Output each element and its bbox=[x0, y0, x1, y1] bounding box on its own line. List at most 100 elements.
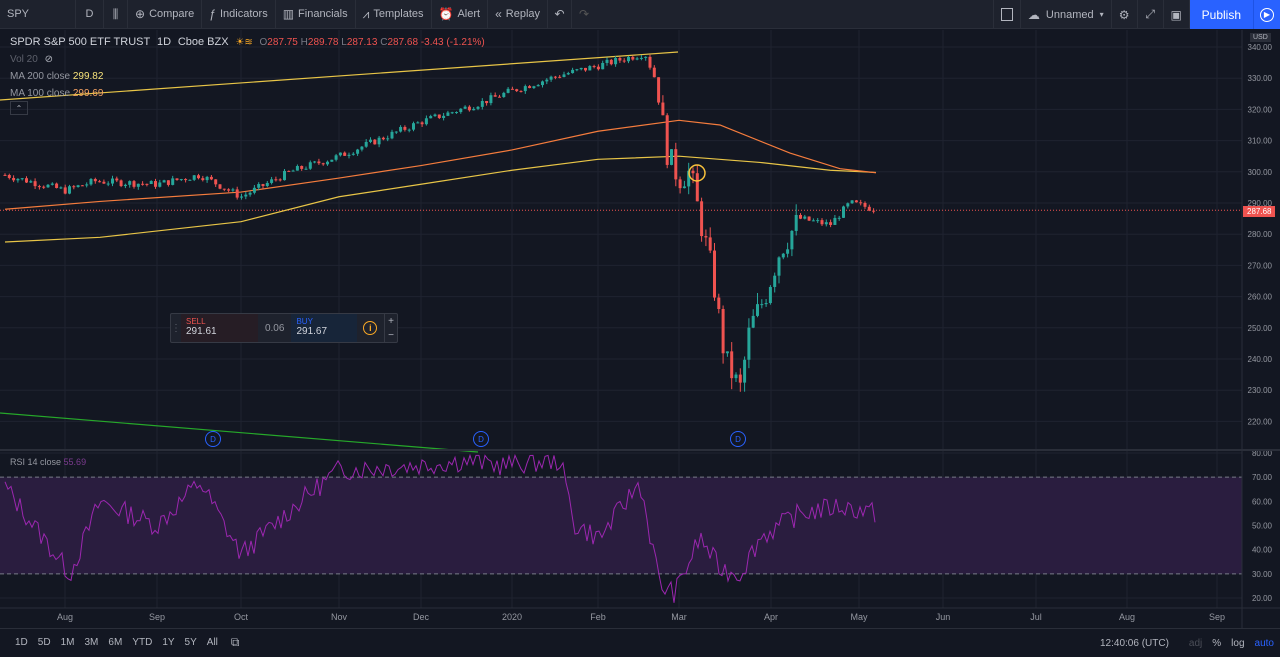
range-1y[interactable]: 1Y bbox=[157, 637, 179, 648]
candle-body bbox=[704, 236, 708, 238]
redo-button[interactable]: ↷ bbox=[572, 0, 596, 29]
candle-body bbox=[472, 108, 476, 111]
candle-body bbox=[25, 178, 28, 183]
top-toolbar: SPY D ⫼ ⊕ Compare ƒ Indicators ▥ Financials… bbox=[0, 0, 1280, 29]
sun-icon: ☀ bbox=[235, 37, 245, 48]
candle-body bbox=[734, 374, 738, 379]
fullscreen-select-button[interactable] bbox=[992, 0, 1021, 29]
candle-body bbox=[743, 359, 747, 383]
drag-handle-icon[interactable]: ⋮ bbox=[171, 314, 181, 342]
candle-body bbox=[235, 189, 239, 198]
financials-button[interactable]: ▥ Financials bbox=[276, 0, 356, 29]
toolbar-right: ☁ Unnamed ▾ ⚙ ⤢ ▣ Publish ▶ bbox=[992, 0, 1280, 29]
candle-body bbox=[248, 192, 252, 195]
collapse-legend-button[interactable]: ⌃ bbox=[10, 101, 28, 115]
alert-button[interactable]: ⏰ Alert bbox=[432, 0, 489, 29]
candle-body bbox=[304, 168, 308, 170]
price-tick-label: 270.00 bbox=[1248, 261, 1273, 270]
candle-body bbox=[489, 95, 493, 104]
symbol-search[interactable]: SPY bbox=[0, 0, 76, 29]
quantity-stepper[interactable]: + − bbox=[384, 314, 397, 342]
candle-body bbox=[63, 187, 67, 194]
range-5d[interactable]: 5D bbox=[33, 637, 56, 648]
plus-icon[interactable]: + bbox=[388, 316, 394, 327]
sell-label: SELL bbox=[186, 317, 206, 326]
info-button[interactable]: i bbox=[357, 314, 385, 342]
high-value: 289.78 bbox=[307, 37, 339, 48]
ma200-value: 299.82 bbox=[72, 71, 104, 82]
adj-toggle[interactable]: adj bbox=[1189, 638, 1202, 649]
range-1m[interactable]: 1M bbox=[56, 637, 80, 648]
bottom-right: 12:40:06 (UTC) adj % log auto bbox=[1100, 629, 1280, 657]
undo-button[interactable]: ↶ bbox=[548, 0, 573, 29]
expand-icon: ⤢ bbox=[1145, 7, 1155, 21]
buy-button[interactable]: BUY 291.67 bbox=[291, 314, 357, 342]
templates-button[interactable]: ⩘ Templates bbox=[356, 0, 432, 29]
change-value: -3.43 (-1.21%) bbox=[420, 37, 485, 48]
ma100-legend[interactable]: MA 100 close 299.69 bbox=[10, 85, 485, 102]
candle-body bbox=[674, 149, 678, 180]
range-6m[interactable]: 6M bbox=[103, 637, 127, 648]
candle-body bbox=[184, 179, 188, 181]
indicators-button[interactable]: ƒ Indicators bbox=[202, 0, 276, 29]
candle-body bbox=[46, 184, 50, 188]
range-1d[interactable]: 1D bbox=[10, 637, 33, 648]
range-5y[interactable]: 5Y bbox=[180, 637, 202, 648]
compare-button[interactable]: ⊕ Compare bbox=[128, 0, 203, 29]
goto-date-icon[interactable]: ⧉ bbox=[231, 635, 240, 650]
log-toggle[interactable]: log bbox=[1231, 638, 1244, 649]
candle-body bbox=[751, 315, 755, 328]
candle-body bbox=[68, 186, 71, 194]
ma100-value: 299.69 bbox=[72, 88, 104, 99]
symbol-title: SPDR S&P 500 ETF TRUST bbox=[10, 36, 151, 48]
candle-body bbox=[231, 189, 235, 191]
sell-button[interactable]: SELL 291.61 bbox=[181, 314, 258, 342]
price-tick-label: 320.00 bbox=[1248, 105, 1273, 114]
candle-body bbox=[773, 275, 777, 287]
ma200-legend[interactable]: MA 200 close 299.82 bbox=[10, 68, 485, 85]
layout-name-button[interactable]: ☁ Unnamed ▾ bbox=[1021, 0, 1112, 29]
undo-icon: ↶ bbox=[554, 7, 565, 21]
candle-body bbox=[725, 351, 729, 354]
candle-body bbox=[42, 186, 46, 188]
price-tick-label: 240.00 bbox=[1248, 355, 1273, 364]
candle-body bbox=[811, 220, 815, 222]
range-ytd[interactable]: YTD bbox=[127, 637, 157, 648]
candle-body bbox=[274, 179, 278, 181]
candle-body bbox=[553, 76, 557, 78]
month-label: Nov bbox=[331, 612, 348, 622]
range-all[interactable]: All bbox=[202, 637, 223, 648]
fullscreen-button[interactable]: ⤢ bbox=[1138, 0, 1164, 29]
rsi-value: 55.69 bbox=[63, 457, 87, 467]
candle-body bbox=[824, 222, 828, 225]
price-tick-label: 340.00 bbox=[1248, 43, 1273, 52]
candle-body bbox=[596, 66, 600, 70]
candle-body bbox=[644, 56, 648, 58]
month-label: May bbox=[850, 612, 868, 622]
volume-legend[interactable]: Vol 20 ⊘ bbox=[10, 51, 485, 68]
clock-time[interactable]: 12:40:06 (UTC) bbox=[1100, 638, 1169, 649]
replay-play-button[interactable]: ▶ bbox=[1253, 0, 1280, 29]
rsi-legend[interactable]: RSI 14 close 55.69 bbox=[10, 457, 86, 467]
candle-body bbox=[764, 303, 768, 305]
candle-body bbox=[631, 56, 635, 60]
range-3m[interactable]: 3M bbox=[80, 637, 104, 648]
auto-toggle[interactable]: auto bbox=[1255, 638, 1274, 649]
chart-style-button[interactable]: ⫼ bbox=[104, 0, 128, 29]
snapshot-button[interactable]: ▣ bbox=[1164, 0, 1190, 29]
settings-button[interactable]: ⚙ bbox=[1112, 0, 1138, 29]
interval-button[interactable]: D bbox=[76, 0, 104, 29]
publish-button[interactable]: Publish bbox=[1189, 0, 1253, 29]
candle-body bbox=[111, 178, 114, 184]
minus-icon[interactable]: − bbox=[388, 330, 394, 341]
replay-button[interactable]: «Replay bbox=[488, 0, 549, 29]
eye-slash-icon[interactable]: ⊘ bbox=[45, 54, 53, 65]
candle-body bbox=[197, 175, 200, 179]
month-label: Mar bbox=[671, 612, 687, 622]
candle-body bbox=[816, 220, 820, 222]
ma100-label: MA 100 close bbox=[10, 88, 71, 99]
percent-toggle[interactable]: % bbox=[1212, 638, 1221, 649]
candle-body bbox=[278, 179, 282, 181]
candle-body bbox=[356, 149, 360, 154]
waves-icon: ≋ bbox=[244, 37, 253, 48]
